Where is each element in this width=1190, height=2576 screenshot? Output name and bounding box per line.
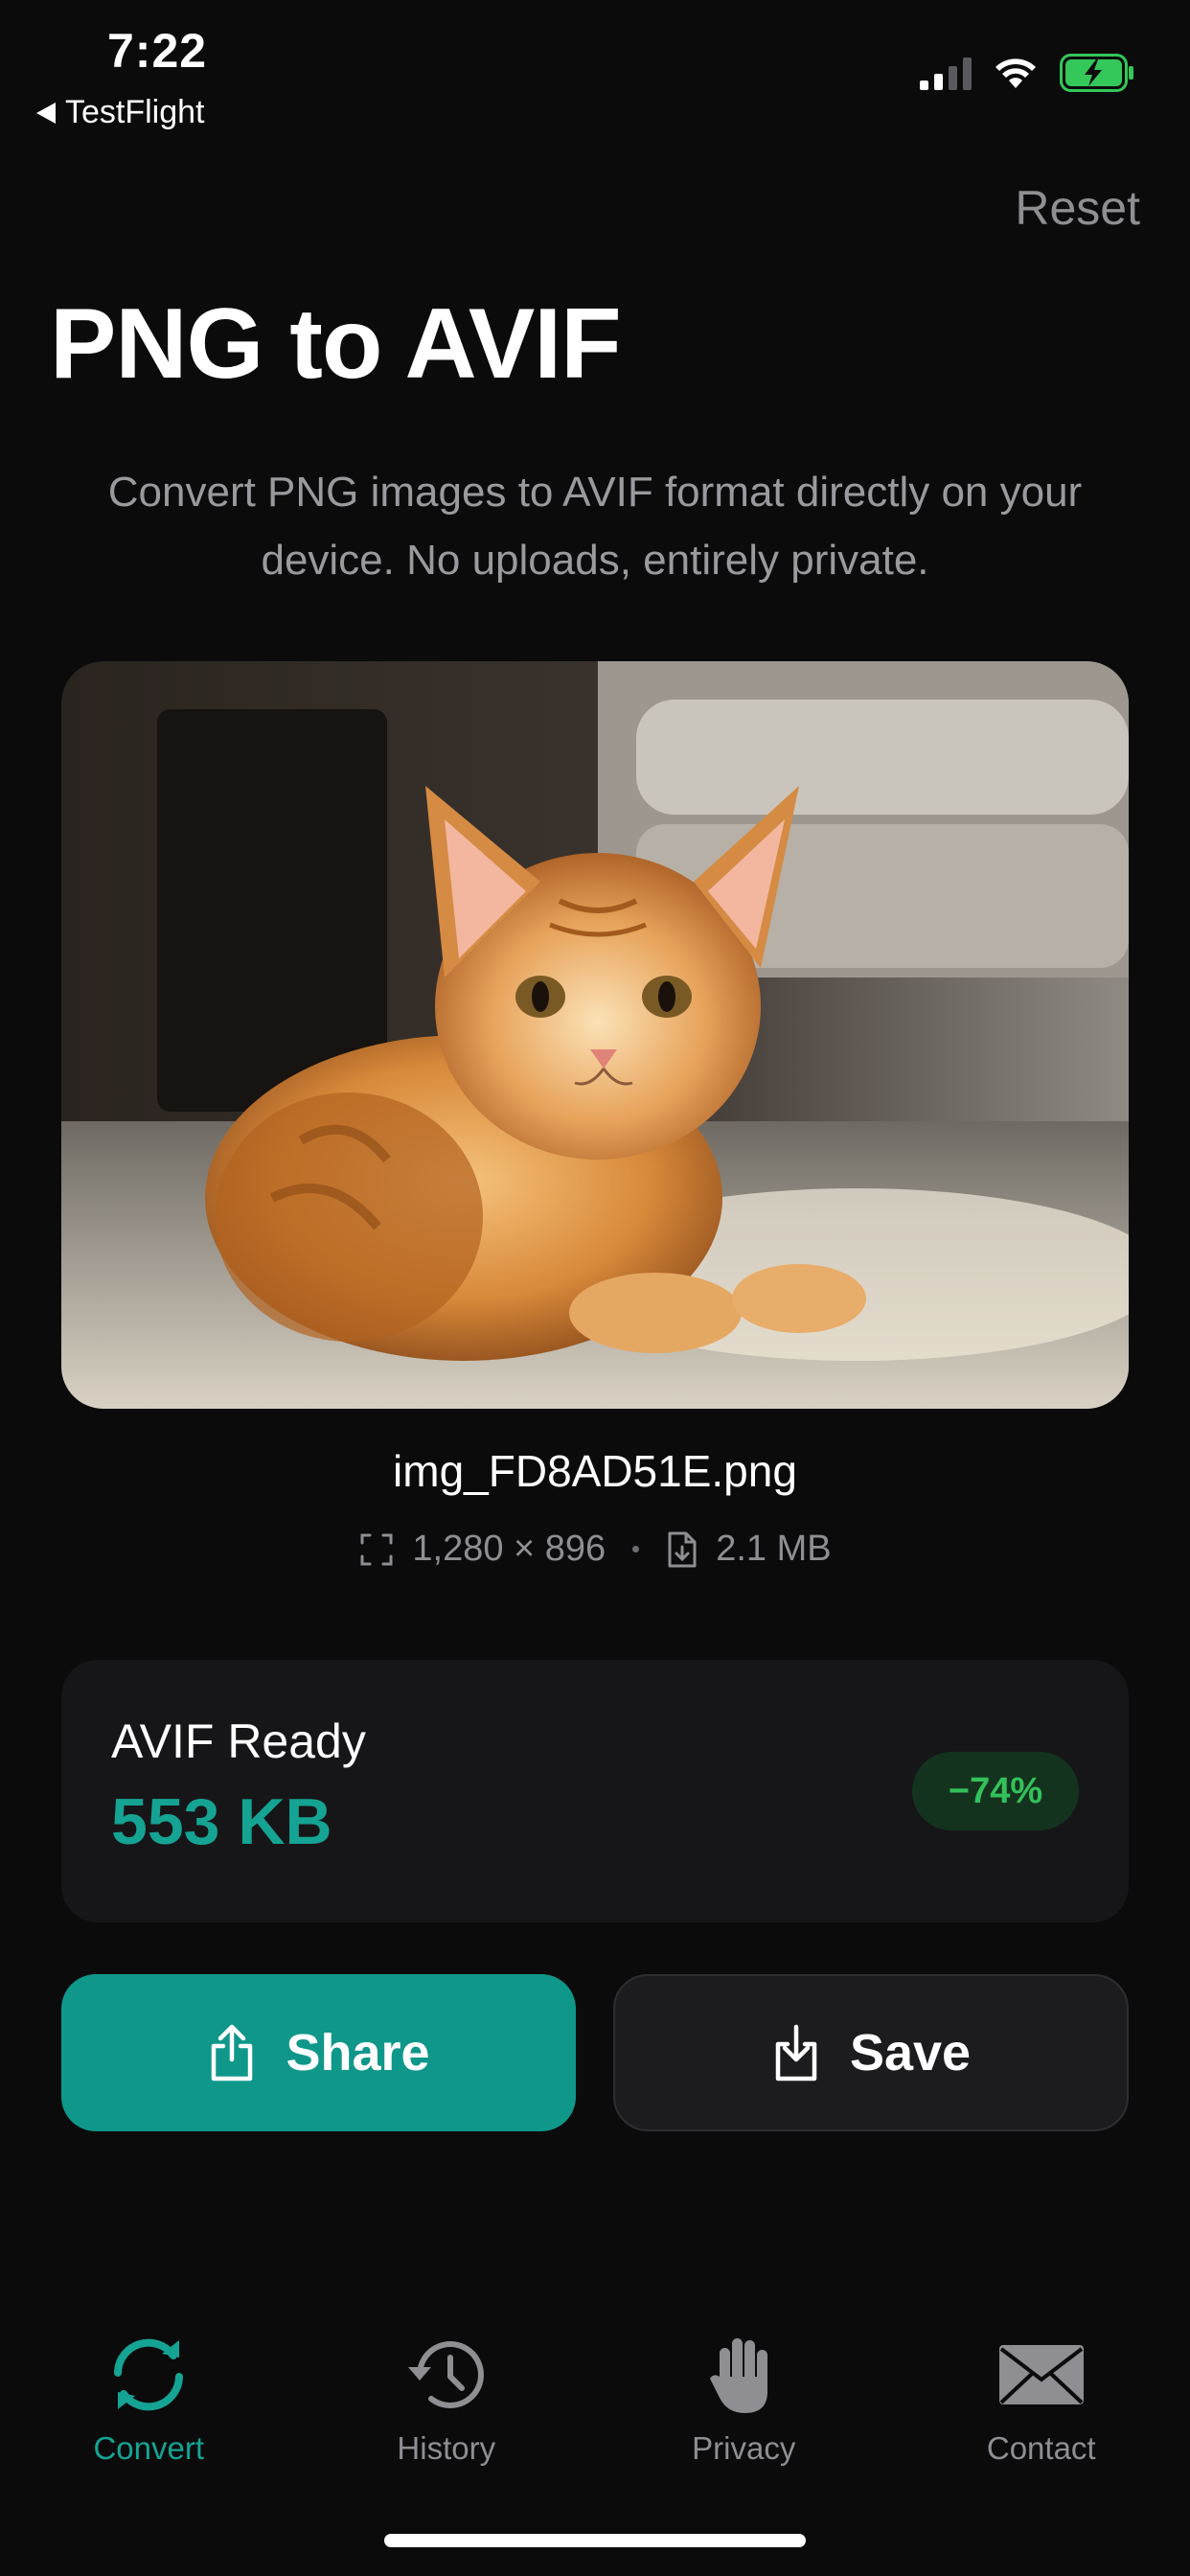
hand-icon (698, 2329, 790, 2421)
tab-privacy-label: Privacy (692, 2430, 796, 2466)
wifi-icon (995, 58, 1036, 88)
save-label: Save (849, 2024, 972, 2082)
separator-dot (632, 1546, 640, 1552)
source-filename: img_FD8AD51E.png (393, 1446, 797, 1496)
tab-convert-label: Convert (93, 2430, 205, 2466)
page-title: PNG to AVIF (50, 288, 622, 400)
reduction-badge: −74% (912, 1752, 1079, 1830)
result-size: 553 KB (111, 1785, 332, 1858)
result-card: AVIF Ready 553 KB −74% (61, 1660, 1129, 1922)
image-dimensions: 1,280 × 896 (412, 1529, 606, 1569)
image-preview (61, 661, 1129, 1409)
file-size: 2.1 MB (716, 1529, 832, 1569)
convert-arrows-icon (103, 2329, 195, 2421)
home-indicator[interactable] (384, 2534, 806, 2547)
back-label: TestFlight (65, 94, 205, 130)
battery-charging-icon (1060, 54, 1133, 92)
result-status: AVIF Ready (111, 1714, 366, 1768)
page-subtitle: Convert PNG images to AVIF format direct… (107, 469, 1083, 584)
cellular-signal-icon (920, 58, 972, 90)
save-download-icon (775, 2024, 817, 2082)
reset-button[interactable]: Reset (1015, 180, 1140, 236)
tab-contact[interactable]: Contact (893, 2329, 1190, 2492)
share-button[interactable]: Share (61, 1974, 576, 2131)
envelope-icon (995, 2329, 1087, 2421)
file-meta: 1,280 × 896 2.1 MB (0, 1529, 1190, 1570)
tab-history-label: History (397, 2430, 496, 2466)
tab-contact-label: Contact (986, 2430, 1096, 2466)
share-icon (212, 2024, 253, 2082)
share-label: Share (286, 2024, 430, 2082)
history-clock-icon (400, 2329, 492, 2421)
tab-bar: Convert History Privacy Contact (0, 2329, 1190, 2492)
dimensions-icon (360, 1533, 393, 1565)
tab-convert[interactable]: Convert (0, 2329, 298, 2492)
cat-photo (61, 661, 1129, 1409)
save-button[interactable]: Save (613, 1974, 1129, 2131)
status-time: 7:22 (107, 24, 208, 78)
back-arrow-icon (36, 102, 56, 124)
tab-history[interactable]: History (298, 2329, 596, 2492)
back-to-testflight[interactable]: TestFlight (36, 94, 205, 131)
status-indicators (920, 54, 1134, 92)
file-size-icon (668, 1531, 697, 1567)
tab-privacy[interactable]: Privacy (595, 2329, 893, 2492)
